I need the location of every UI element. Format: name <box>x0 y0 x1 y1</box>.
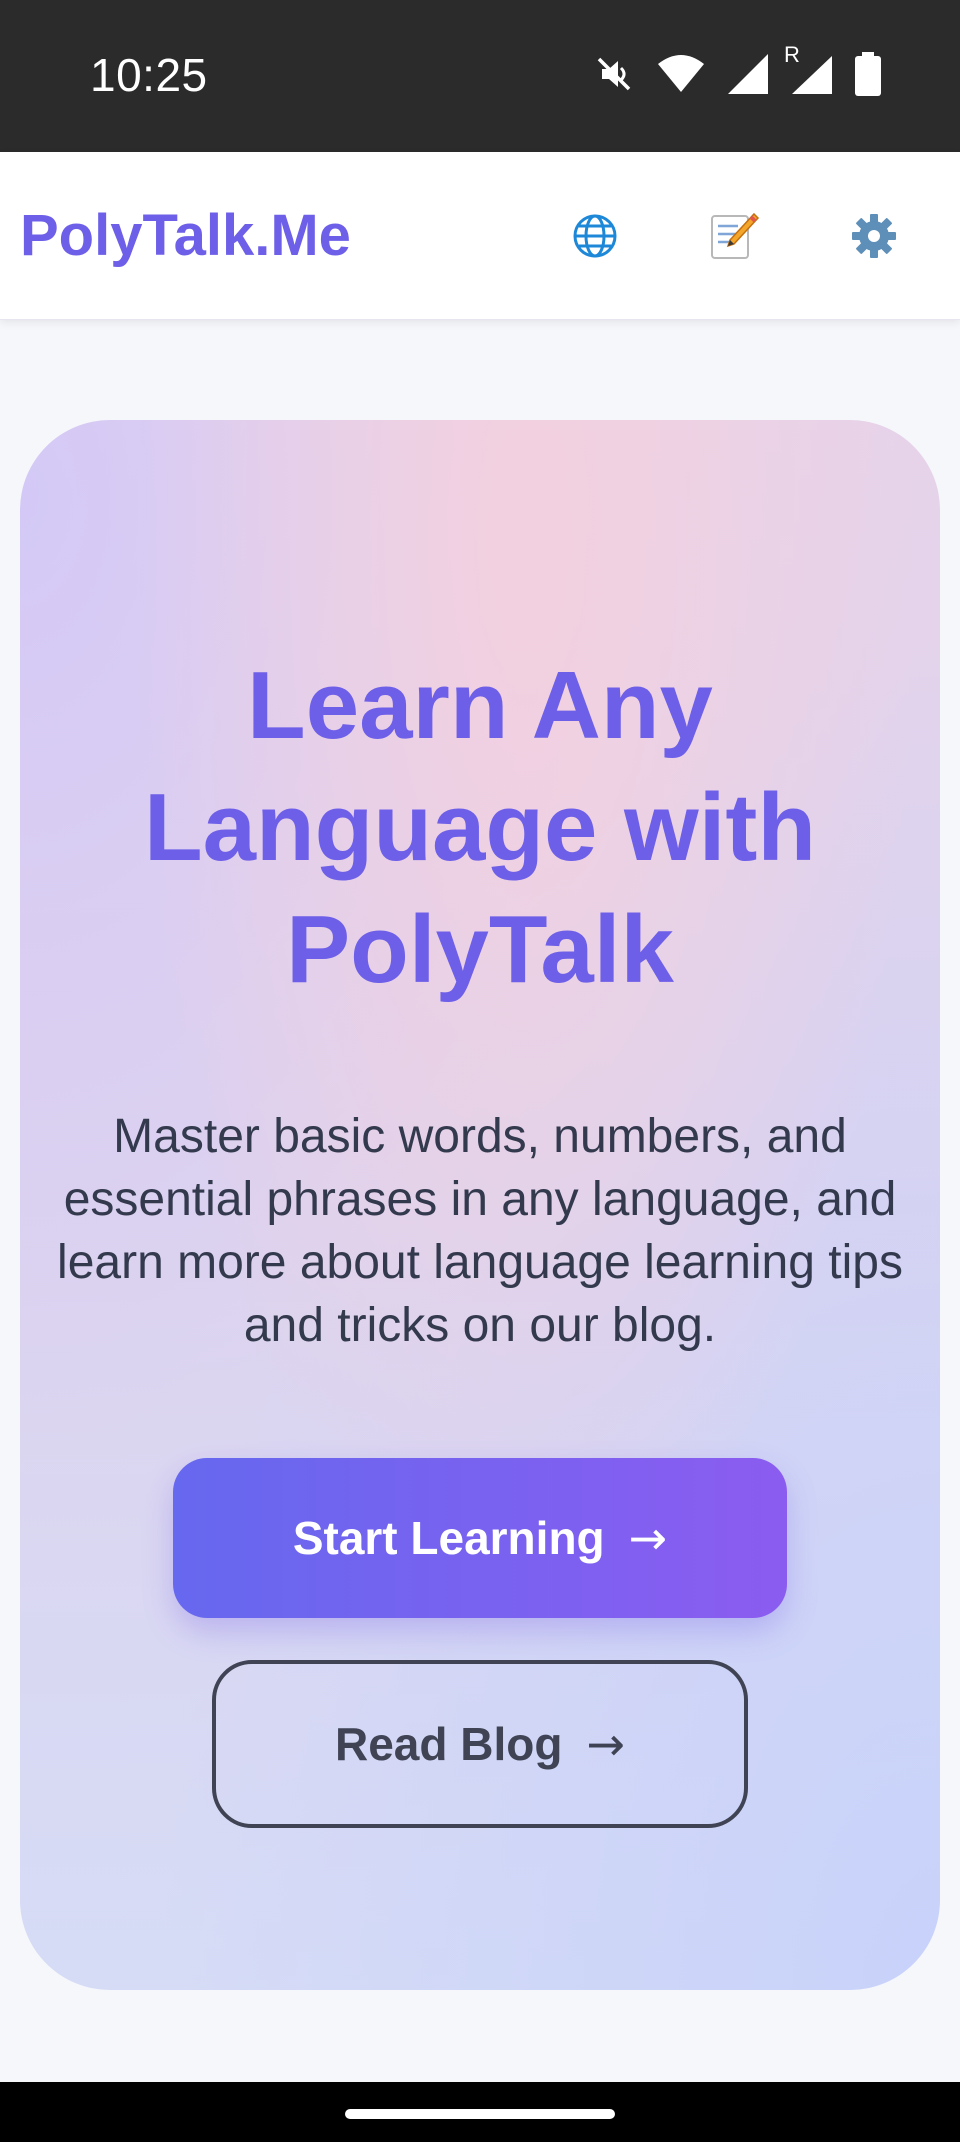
arrow-right-icon: → <box>628 1511 668 1565</box>
brand-logo[interactable]: PolyTalk.Me <box>20 202 351 269</box>
gear-icon[interactable] <box>846 208 902 264</box>
status-bar: 10:25 R <box>0 0 960 152</box>
battery-icon <box>854 52 882 96</box>
roaming-signal-icon: R <box>784 42 832 94</box>
hero-description: Master basic words, numbers, and essenti… <box>57 1110 903 1352</box>
system-nav-bar <box>0 2082 960 2142</box>
start-learning-label: Start Learning <box>292 1512 605 1564</box>
home-indicator[interactable] <box>345 2109 615 2119</box>
arrow-right-icon: → <box>586 1717 625 1771</box>
wifi-icon <box>656 54 706 94</box>
globe-icon[interactable] <box>567 208 623 264</box>
hero-title: Learn Any Language with PolyTalk <box>144 652 816 1003</box>
roaming-label: R <box>784 42 800 67</box>
memo-icon[interactable] <box>706 208 762 264</box>
hero-card: Learn Any Language with PolyTalk Master … <box>20 420 940 1990</box>
start-learning-button[interactable]: Start Learning → <box>173 1458 787 1618</box>
status-icons: R <box>594 42 882 96</box>
read-blog-label: Read Blog <box>334 1718 563 1770</box>
status-time: 10:25 <box>90 49 208 101</box>
signal-icon <box>728 54 768 94</box>
app-header: PolyTalk.Me <box>0 152 960 320</box>
mute-icon <box>594 54 634 94</box>
read-blog-button[interactable]: Read Blog → <box>212 1660 748 1828</box>
